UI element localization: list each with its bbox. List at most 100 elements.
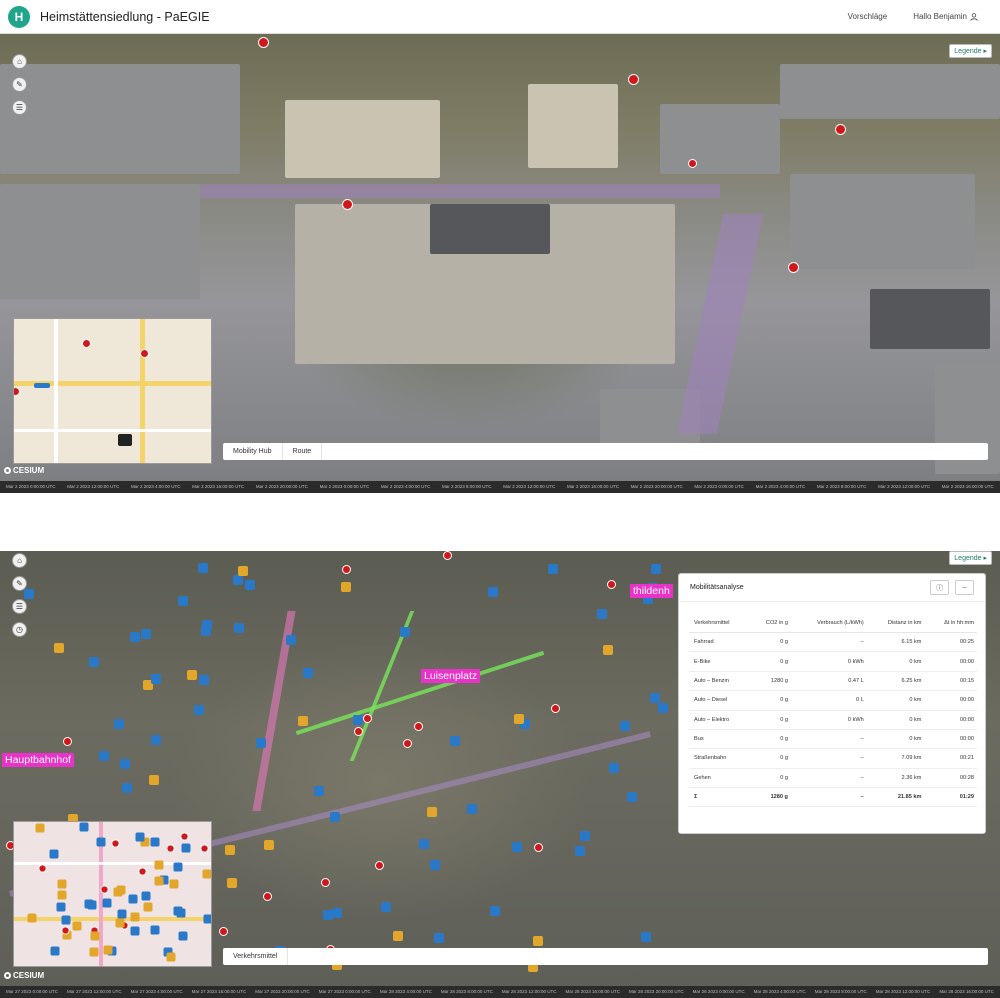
- transit-stop-marker[interactable]: [141, 891, 151, 901]
- car-sharing-marker[interactable]: [72, 921, 82, 931]
- home-view-icon[interactable]: ⌂: [12, 553, 27, 568]
- transit-stop-marker[interactable]: [128, 894, 138, 904]
- minimize-icon[interactable]: –: [955, 580, 974, 595]
- tab-mobility-hub[interactable]: Mobility Hub: [223, 443, 283, 460]
- transit-stop-marker[interactable]: [488, 587, 498, 597]
- transit-stop-marker[interactable]: [117, 909, 127, 919]
- tab-verkehrsmittel[interactable]: Verkehrsmittel: [223, 948, 289, 965]
- transit-stop-marker[interactable]: [330, 812, 340, 822]
- transit-stop-marker[interactable]: [512, 842, 522, 852]
- map-marker[interactable]: [443, 551, 452, 560]
- map-marker[interactable]: [166, 844, 175, 853]
- transit-stop-marker[interactable]: [303, 668, 313, 678]
- transit-stop-marker[interactable]: [114, 719, 124, 729]
- map-marker[interactable]: [180, 832, 189, 841]
- transit-stop-marker[interactable]: [620, 721, 630, 731]
- map-marker[interactable]: [263, 892, 272, 901]
- transit-stop-marker[interactable]: [176, 908, 186, 918]
- transit-stop-marker[interactable]: [151, 735, 161, 745]
- transit-stop-marker[interactable]: [120, 759, 130, 769]
- car-sharing-marker[interactable]: [227, 878, 237, 888]
- transit-stop-marker[interactable]: [650, 693, 660, 703]
- minimap-marker[interactable]: [82, 339, 91, 348]
- transit-stop-marker[interactable]: [467, 804, 477, 814]
- transit-stop-marker[interactable]: [173, 862, 183, 872]
- map-marker[interactable]: [342, 565, 351, 574]
- transit-stop-marker[interactable]: [233, 575, 243, 585]
- layers-icon[interactable]: ☰: [12, 100, 27, 115]
- transit-stop-marker[interactable]: [490, 906, 500, 916]
- transit-stop-marker[interactable]: [430, 860, 440, 870]
- transit-stop-marker[interactable]: [181, 843, 191, 853]
- app-logo[interactable]: H: [8, 5, 30, 28]
- nav-suggestions-link[interactable]: Vorschläge: [848, 12, 888, 21]
- car-sharing-marker[interactable]: [202, 869, 211, 879]
- transit-stop-marker[interactable]: [151, 674, 161, 684]
- home-view-icon[interactable]: ⌂: [12, 54, 27, 69]
- map-marker[interactable]: [61, 926, 70, 935]
- transit-stop-marker[interactable]: [122, 783, 132, 793]
- legend-button[interactable]: Legende ▸: [949, 44, 992, 58]
- map-marker[interactable]: [63, 737, 72, 746]
- car-sharing-marker[interactable]: [533, 936, 543, 946]
- transit-stop-marker[interactable]: [450, 736, 460, 746]
- car-sharing-marker[interactable]: [166, 952, 176, 962]
- tab-route[interactable]: Route: [283, 443, 323, 460]
- map-marker[interactable]: [219, 927, 228, 936]
- time-icon[interactable]: ◷: [12, 622, 27, 637]
- edit-icon[interactable]: ✎: [12, 576, 27, 591]
- car-sharing-marker[interactable]: [90, 931, 100, 941]
- transit-stop-marker[interactable]: [89, 657, 99, 667]
- car-sharing-marker[interactable]: [154, 860, 164, 870]
- transit-stop-marker[interactable]: [130, 926, 140, 936]
- map-marker[interactable]: [111, 839, 120, 848]
- transit-stop-marker[interactable]: [627, 792, 637, 802]
- car-sharing-marker[interactable]: [298, 716, 308, 726]
- minimap-marker[interactable]: [14, 387, 20, 396]
- transit-stop-marker[interactable]: [400, 627, 410, 637]
- car-sharing-marker[interactable]: [149, 775, 159, 785]
- transit-stop-marker[interactable]: [381, 902, 391, 912]
- transit-stop-marker[interactable]: [150, 925, 160, 935]
- transit-stop-marker[interactable]: [61, 915, 71, 925]
- map-marker[interactable]: [138, 867, 147, 876]
- map-marker[interactable]: [835, 124, 846, 135]
- transit-stop-marker[interactable]: [597, 609, 607, 619]
- transit-stop-marker[interactable]: [56, 902, 66, 912]
- map-marker[interactable]: [403, 739, 412, 748]
- car-sharing-marker[interactable]: [341, 582, 351, 592]
- map-marker[interactable]: [788, 262, 799, 273]
- transit-stop-marker[interactable]: [141, 629, 151, 639]
- transit-stop-marker[interactable]: [580, 831, 590, 841]
- transit-stop-marker[interactable]: [575, 846, 585, 856]
- map-marker[interactable]: [607, 580, 616, 589]
- car-sharing-marker[interactable]: [130, 912, 140, 922]
- transit-stop-marker[interactable]: [234, 623, 244, 633]
- layers-icon[interactable]: ☰: [12, 599, 27, 614]
- map-marker[interactable]: [688, 159, 697, 168]
- map-marker[interactable]: [628, 74, 639, 85]
- car-sharing-marker[interactable]: [57, 879, 67, 889]
- map-marker[interactable]: [200, 844, 209, 853]
- transit-stop-marker[interactable]: [198, 563, 208, 573]
- car-sharing-marker[interactable]: [89, 947, 99, 957]
- transit-stop-marker[interactable]: [609, 763, 619, 773]
- user-menu[interactable]: Hallo Benjamin: [913, 12, 978, 21]
- transit-stop-marker[interactable]: [203, 914, 211, 924]
- transit-stop-marker[interactable]: [150, 837, 160, 847]
- transit-stop-marker[interactable]: [178, 931, 188, 941]
- transit-stop-marker[interactable]: [87, 900, 97, 910]
- transit-stop-marker[interactable]: [50, 946, 60, 956]
- map-marker[interactable]: [363, 714, 372, 723]
- car-sharing-marker[interactable]: [238, 566, 248, 576]
- transit-stop-marker[interactable]: [353, 715, 363, 725]
- map-marker[interactable]: [534, 843, 543, 852]
- transit-stop-marker[interactable]: [332, 908, 342, 918]
- transit-stop-marker[interactable]: [99, 751, 109, 761]
- map-marker[interactable]: [375, 861, 384, 870]
- car-sharing-marker[interactable]: [169, 879, 179, 889]
- edit-icon[interactable]: ✎: [12, 77, 27, 92]
- car-sharing-marker[interactable]: [143, 902, 153, 912]
- transit-stop-marker[interactable]: [286, 635, 296, 645]
- car-sharing-marker[interactable]: [35, 823, 45, 833]
